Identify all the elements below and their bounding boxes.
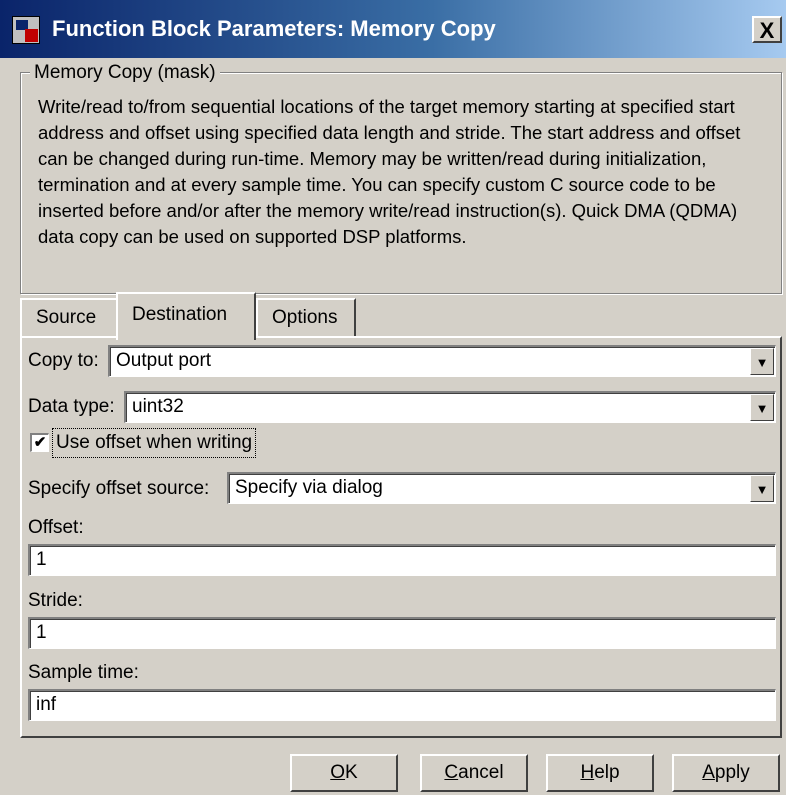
chevron-down-icon[interactable]: ▼ — [750, 475, 774, 502]
cancel-mnemonic: C — [444, 762, 459, 783]
tab-label: Options — [272, 307, 338, 328]
ok-label-rest: K — [345, 762, 358, 783]
offset-source-label: Specify offset source: — [28, 478, 210, 499]
tab-label: Source — [36, 307, 97, 328]
window-title: Function Block Parameters: Memory Copy — [52, 16, 496, 41]
copy-to-value: Output port — [116, 350, 212, 371]
chevron-down-icon[interactable]: ▼ — [750, 394, 774, 421]
tab-source[interactable]: Source — [20, 298, 120, 338]
title-bar: Function Block Parameters: Memory Copy X — [0, 0, 786, 58]
use-offset-checkbox[interactable]: ✔ — [30, 433, 49, 452]
apply-label-rest: pply — [714, 762, 750, 783]
ok-mnemonic: O — [330, 762, 346, 783]
help-mnemonic: H — [580, 762, 595, 783]
tab-destination[interactable]: Destination — [116, 292, 256, 340]
apply-button[interactable]: Apply — [672, 754, 780, 792]
cancel-button[interactable]: Cancel — [420, 754, 528, 792]
data-type-select[interactable]: uint32 ▼ — [124, 391, 776, 423]
mask-description: Write/read to/from sequential locations … — [38, 96, 741, 247]
sample-time-field[interactable]: inf — [28, 689, 776, 721]
close-button[interactable]: X — [752, 16, 782, 43]
stride-field[interactable]: 1 — [28, 617, 776, 649]
offset-source-select[interactable]: Specify via dialog ▼ — [227, 472, 776, 504]
sample-time-label: Sample time: — [28, 662, 139, 683]
use-offset-label[interactable]: Use offset when writing — [52, 428, 257, 458]
tab-options[interactable]: Options — [256, 298, 356, 338]
mask-legend: Memory Copy (mask) — [30, 62, 220, 84]
stride-label: Stride: — [28, 590, 83, 611]
tab-label: Destination — [132, 304, 228, 325]
apply-mnemonic: A — [702, 762, 715, 783]
chevron-down-icon[interactable]: ▼ — [750, 348, 774, 375]
help-label-rest: elp — [594, 762, 620, 783]
offset-label: Offset: — [28, 517, 84, 538]
offset-field[interactable]: 1 — [28, 544, 776, 576]
ok-button[interactable]: OK — [290, 754, 398, 792]
cancel-label-rest: ancel — [458, 762, 504, 783]
checkmark-icon: ✔ — [33, 434, 47, 451]
data-type-value: uint32 — [132, 396, 184, 417]
simulink-block-icon[interactable] — [12, 16, 40, 44]
help-button[interactable]: Help — [546, 754, 654, 792]
offset-source-value: Specify via dialog — [235, 477, 383, 498]
copy-to-select[interactable]: Output port ▼ — [108, 345, 776, 377]
